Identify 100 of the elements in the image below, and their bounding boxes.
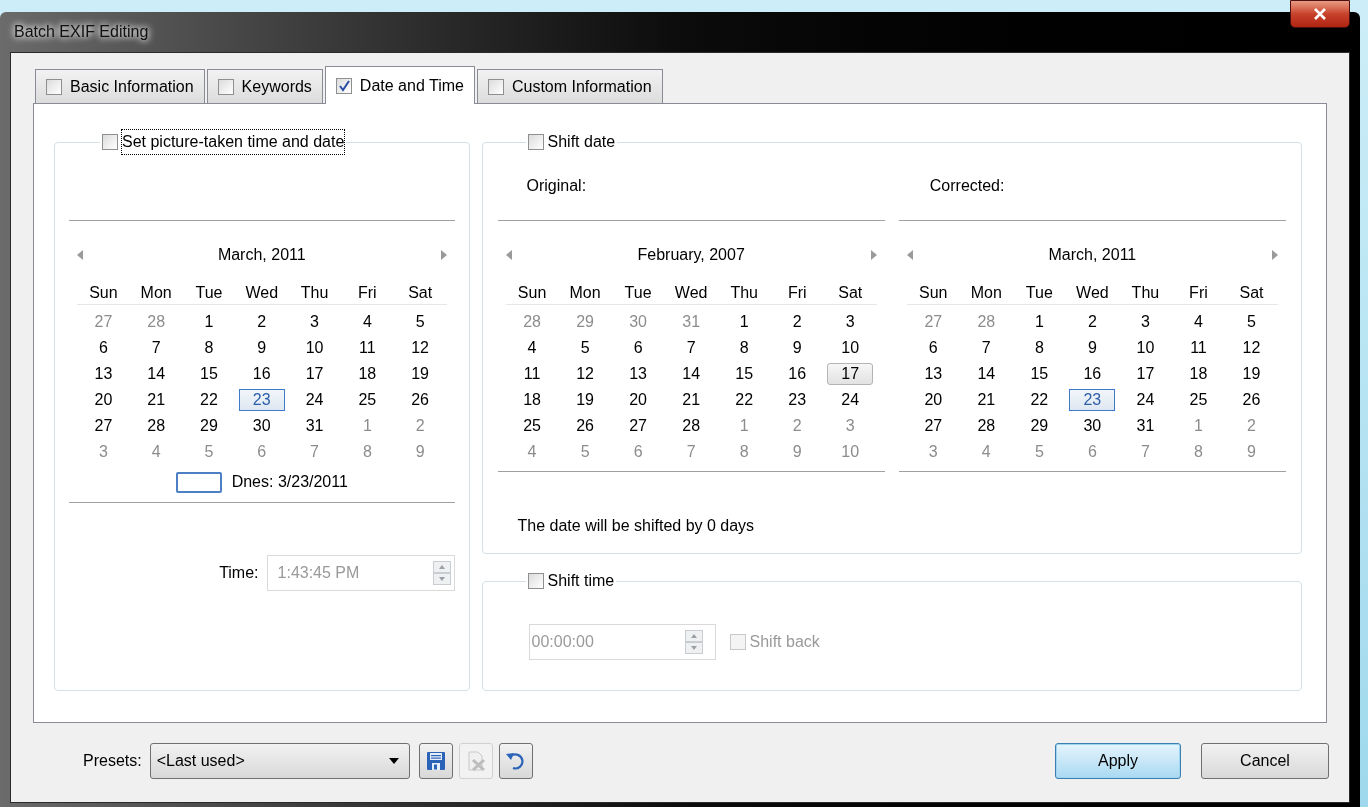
calendar-day[interactable]: 2: [774, 311, 821, 333]
calendar-day[interactable]: 16: [1069, 363, 1116, 385]
tab[interactable]: Basic Information: [35, 69, 205, 103]
close-button[interactable]: [1290, 0, 1350, 28]
calendar-day[interactable]: 9: [238, 337, 285, 359]
calendar-day[interactable]: 9: [774, 337, 821, 359]
calendar-day[interactable]: 2: [238, 311, 285, 333]
calendar-day[interactable]: 8: [185, 337, 232, 359]
tab[interactable]: Keywords: [206, 69, 323, 103]
calendar-day[interactable]: 19: [562, 389, 609, 411]
left-arrow-icon[interactable]: [505, 250, 512, 260]
calendar-day[interactable]: 19: [397, 363, 444, 385]
calendar-day[interactable]: 16: [774, 363, 821, 385]
calendar-day[interactable]: 1: [1016, 311, 1063, 333]
dialog-button[interactable]: Cancel: [1201, 743, 1329, 779]
calendar-day[interactable]: 23: [238, 389, 285, 411]
calendar-day[interactable]: 10: [1122, 337, 1169, 359]
calendar-day[interactable]: 15: [1016, 363, 1063, 385]
calendar-day[interactable]: 20: [910, 389, 957, 411]
calendar-day[interactable]: 8: [721, 337, 768, 359]
tool-button[interactable]: [498, 743, 533, 779]
month-title[interactable]: March, 2011: [1048, 243, 1137, 267]
right-arrow-icon[interactable]: [440, 250, 447, 260]
calendar-day[interactable]: 4: [1175, 311, 1222, 333]
calendar-day[interactable]: 17: [291, 363, 338, 385]
calendar-day[interactable]: 6: [615, 337, 662, 359]
calendar-day[interactable]: 25: [344, 389, 391, 411]
tool-button[interactable]: [418, 743, 453, 779]
calendar-day[interactable]: 7: [963, 337, 1010, 359]
calendar-day[interactable]: 18: [1175, 363, 1222, 385]
calendar-day[interactable]: 30: [238, 415, 285, 437]
calendar-day[interactable]: 4: [344, 311, 391, 333]
today-link[interactable]: Dnes: 3/23/2011: [231, 470, 348, 494]
calendar-day[interactable]: 3: [1122, 311, 1169, 333]
calendar-day[interactable]: 11: [509, 363, 556, 385]
calendar-day[interactable]: 26: [397, 389, 444, 411]
calendar-day[interactable]: 21: [668, 389, 715, 411]
calendar-day[interactable]: 9: [1069, 337, 1116, 359]
calendar-day[interactable]: 3: [910, 441, 957, 463]
calendar-day[interactable]: 26: [562, 415, 609, 437]
calendar-day[interactable]: 26: [1228, 389, 1275, 411]
calendar-day[interactable]: 29: [1016, 415, 1063, 437]
tab[interactable]: Date and Time: [324, 66, 475, 104]
calendar-day[interactable]: 20: [80, 389, 127, 411]
calendar-day[interactable]: 2: [1069, 311, 1116, 333]
calendar-day[interactable]: 19: [1228, 363, 1275, 385]
calendar-day[interactable]: 6: [80, 337, 127, 359]
calendar-day[interactable]: 12: [1228, 337, 1275, 359]
calendar-day[interactable]: 21: [963, 389, 1010, 411]
checkbox[interactable]: [46, 78, 62, 95]
calendar-day[interactable]: 29: [185, 415, 232, 437]
calendar-day[interactable]: 10: [291, 337, 338, 359]
calendar-day[interactable]: 25: [1175, 389, 1222, 411]
right-arrow-icon[interactable]: [1272, 250, 1278, 260]
calendar-day[interactable]: 21: [133, 389, 180, 411]
calendar-day[interactable]: 27: [80, 415, 127, 437]
calendar-day[interactable]: 28: [963, 415, 1010, 437]
calendar-day[interactable]: 24: [827, 389, 874, 411]
calendar-day[interactable]: 31: [1122, 415, 1169, 437]
month-title[interactable]: February, 2007: [637, 243, 745, 267]
calendar-day[interactable]: 13: [910, 363, 957, 385]
calendar-day[interactable]: 11: [1175, 337, 1222, 359]
checkbox[interactable]: [102, 134, 118, 150]
calendar-day[interactable]: 17: [827, 363, 874, 385]
calendar-day[interactable]: 8: [1016, 337, 1063, 359]
calendar-day[interactable]: 31: [291, 415, 338, 437]
calendar-day[interactable]: 12: [562, 363, 609, 385]
calendar-day[interactable]: 22: [185, 389, 232, 411]
checkbox[interactable]: [487, 78, 504, 95]
calendar-day[interactable]: 25: [509, 415, 556, 437]
right-arrow-icon[interactable]: [870, 250, 877, 260]
calendar-day[interactable]: 13: [80, 363, 127, 385]
calendar-day[interactable]: 9: [774, 441, 821, 463]
calendar-day[interactable]: 11: [344, 337, 391, 359]
calendar-day[interactable]: 6: [238, 441, 285, 463]
calendar-day[interactable]: 7: [133, 337, 180, 359]
left-arrow-icon[interactable]: [77, 250, 83, 260]
calendar-day[interactable]: 18: [509, 389, 556, 411]
calendar-day[interactable]: 14: [133, 363, 180, 385]
calendar-day[interactable]: 15: [185, 363, 232, 385]
calendar-day[interactable]: 1: [185, 311, 232, 333]
calendar-day[interactable]: 30: [1069, 415, 1116, 437]
calendar-day[interactable]: 7: [668, 337, 715, 359]
calendar-day[interactable]: 28: [133, 415, 180, 437]
calendar-day[interactable]: 3: [291, 311, 338, 333]
presets-dropdown[interactable]: <Last used>: [149, 743, 410, 779]
calendar-day[interactable]: 5: [562, 337, 609, 359]
calendar-day[interactable]: 27: [615, 415, 662, 437]
calendar-day[interactable]: 6: [910, 337, 957, 359]
tab[interactable]: Custom Information: [476, 69, 663, 103]
calendar-day[interactable]: 4: [509, 337, 556, 359]
calendar-day[interactable]: 27: [910, 415, 957, 437]
calendar-day[interactable]: 12: [397, 337, 444, 359]
calendar-day[interactable]: 16: [238, 363, 285, 385]
calendar-day[interactable]: 13: [615, 363, 662, 385]
calendar-day[interactable]: 9: [397, 441, 444, 463]
checkbox[interactable]: [335, 77, 352, 94]
calendar-day[interactable]: 5: [1228, 311, 1275, 333]
calendar-day[interactable]: 28: [668, 415, 715, 437]
calendar-day[interactable]: 14: [668, 363, 715, 385]
